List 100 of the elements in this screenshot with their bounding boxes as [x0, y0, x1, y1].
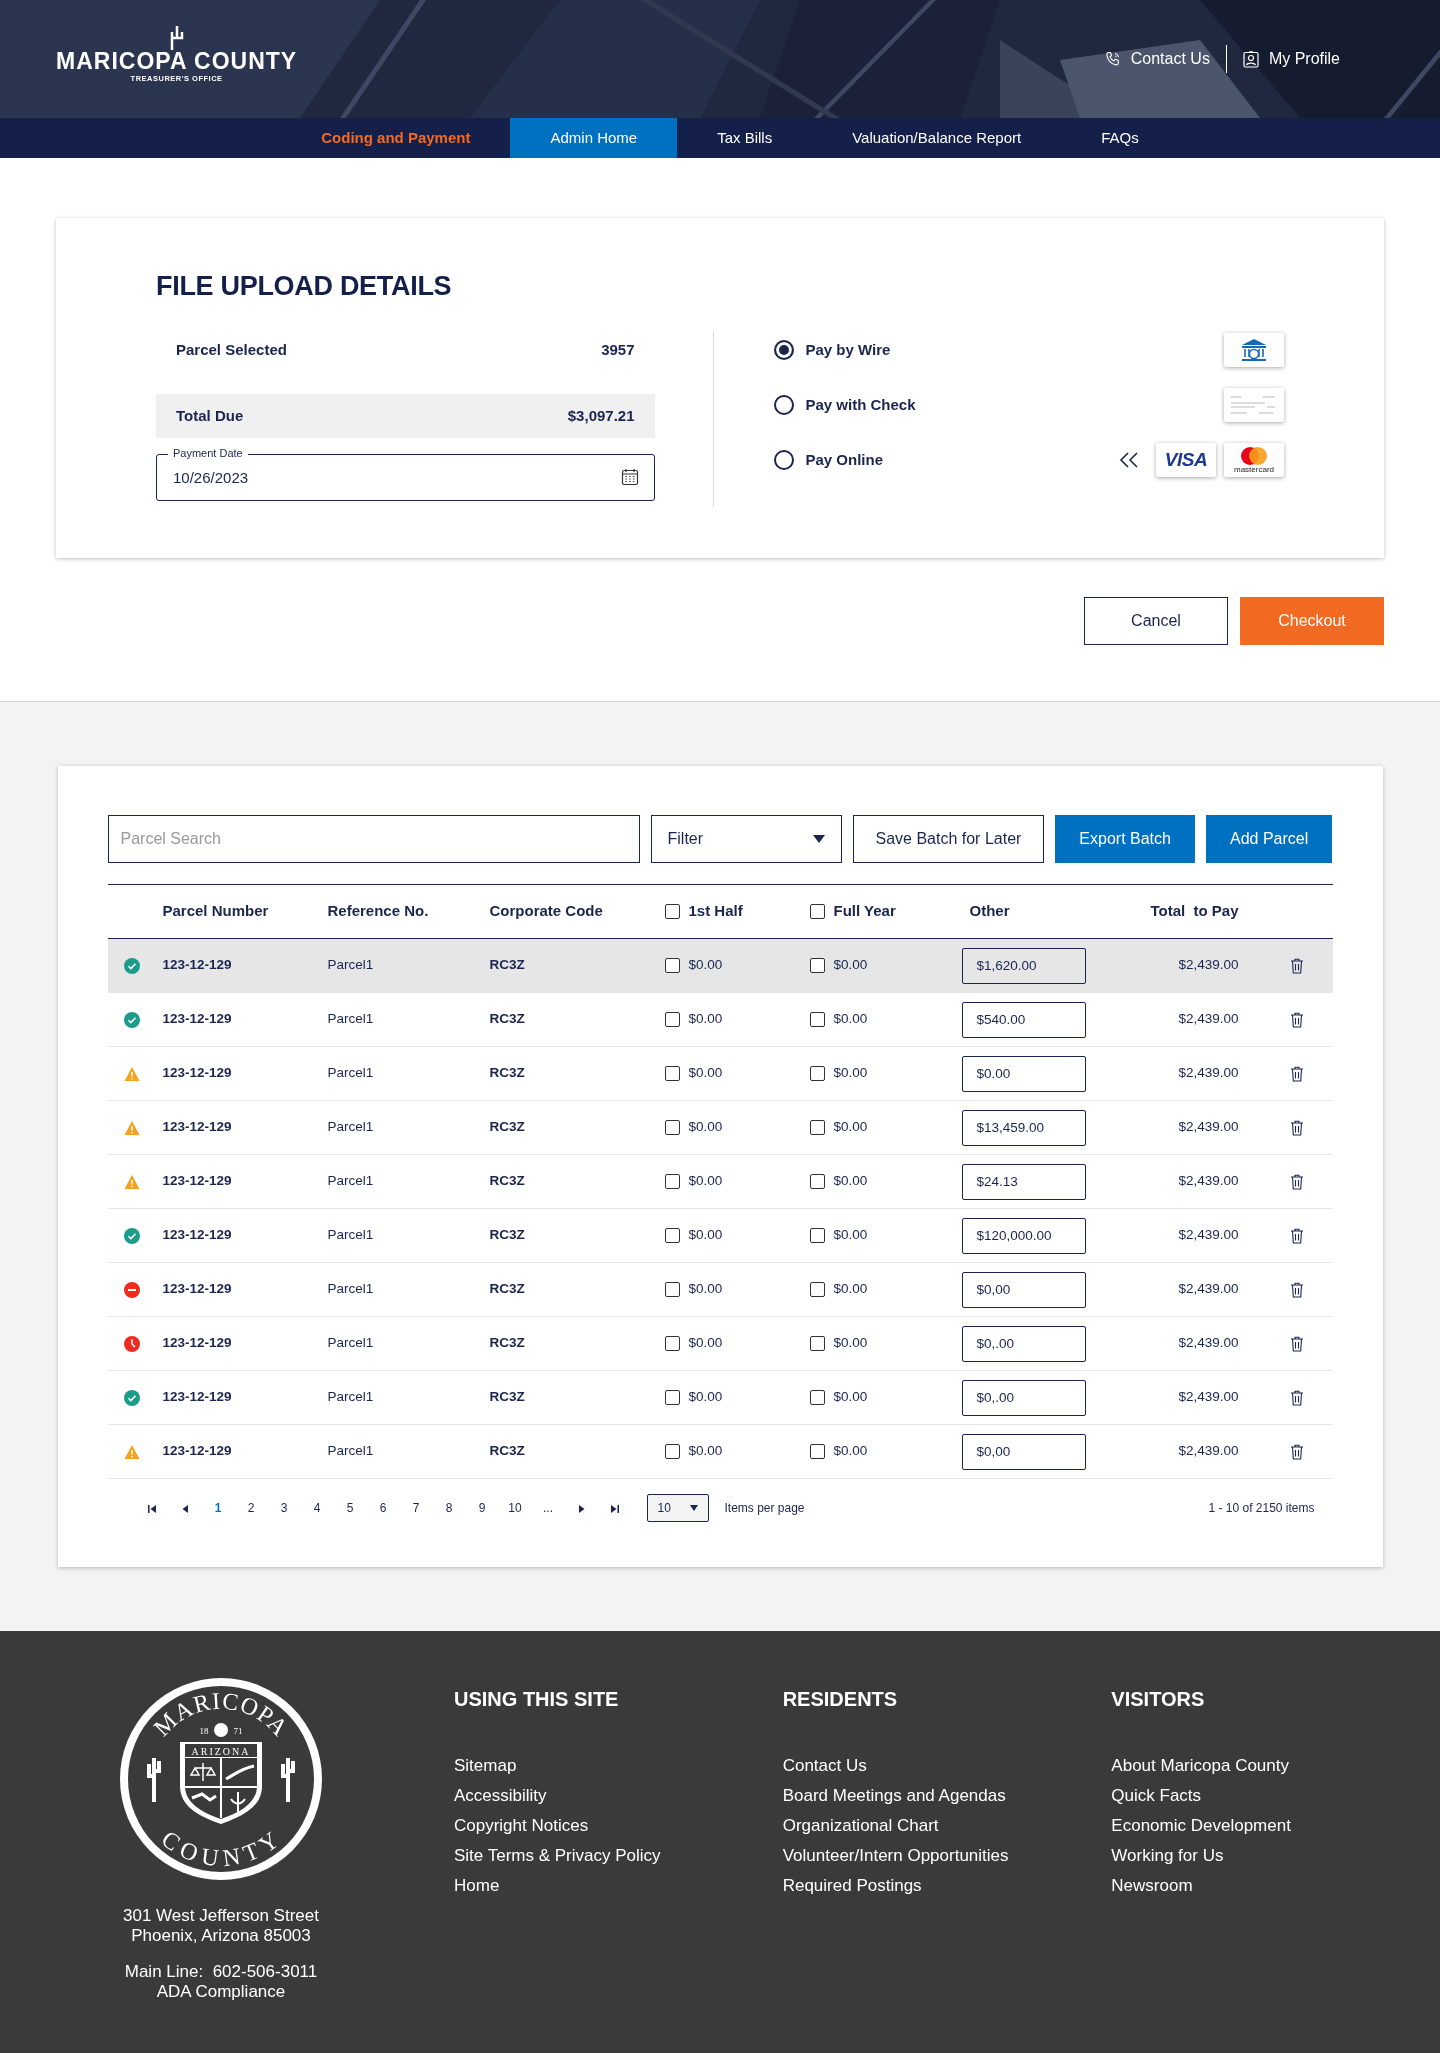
- page-link[interactable]: 10: [498, 1499, 532, 1517]
- page-link[interactable]: 5: [333, 1499, 367, 1517]
- amount-field[interactable]: $120,000.00: [961, 1217, 1086, 1254]
- checkbox[interactable]: [664, 1336, 680, 1351]
- checkbox[interactable]: [809, 1066, 825, 1081]
- page-link[interactable]: 7: [399, 1499, 433, 1517]
- payment-option[interactable]: Pay Online: [805, 449, 884, 472]
- action-button[interactable]: Add Parcel: [1205, 815, 1333, 863]
- trash-icon[interactable]: [1289, 1335, 1304, 1352]
- footer-link[interactable]: Sitemap: [454, 1751, 517, 1781]
- footer-link[interactable]: Required Postings: [782, 1871, 922, 1901]
- amount-field[interactable]: $0,.00: [961, 1325, 1086, 1362]
- double-chevron-icon[interactable]: [1118, 451, 1140, 470]
- trash-icon[interactable]: [1289, 1065, 1304, 1082]
- checkbox[interactable]: [809, 1012, 825, 1027]
- amount-field[interactable]: $0,00: [961, 1433, 1086, 1470]
- checkbox[interactable]: [809, 1282, 825, 1297]
- payment-option[interactable]: Pay with Check: [805, 394, 916, 417]
- table-row[interactable]: 123-12-129 Parcel1 RC3Z $0.00 $0.00 $0.00 $2,439.00: [107, 1047, 1333, 1101]
- table-row[interactable]: 123-12-129 Parcel1 RC3Z $0.00 $0.00 $13,459.00 $2,439.00: [107, 1101, 1333, 1155]
- checkbox[interactable]: [664, 1282, 680, 1297]
- checkbox[interactable]: [809, 904, 825, 919]
- nav-tab[interactable]: Valuation/Balance Report: [812, 118, 1062, 158]
- table-row[interactable]: 123-12-129 Parcel1 RC3Z $0.00 $0.00 $0,00 $2,439.00: [107, 1263, 1333, 1317]
- page-link[interactable]: 9: [465, 1499, 499, 1517]
- page-link[interactable]: 8: [432, 1499, 466, 1517]
- footer-link[interactable]: Board Meetings and Agendas: [782, 1781, 1006, 1811]
- checkbox[interactable]: [809, 1174, 825, 1189]
- checkbox[interactable]: [664, 904, 680, 919]
- page-link[interactable]: 1: [201, 1499, 235, 1517]
- table-row[interactable]: 123-12-129 Parcel1 RC3Z $0.00 $0.00 $1,620.00 $2,439.00: [107, 939, 1333, 993]
- nav-tab[interactable]: Coding and Payment: [281, 118, 511, 158]
- cancel-button[interactable]: Cancel: [1084, 597, 1228, 645]
- page-link[interactable]: 6: [366, 1499, 400, 1517]
- radio-button[interactable]: [773, 450, 794, 471]
- footer-link[interactable]: Copyright Notices: [454, 1811, 589, 1841]
- radio-button[interactable]: [773, 340, 794, 361]
- table-row[interactable]: 123-12-129 Parcel1 RC3Z $0.00 $0.00 $24.13 $2,439.00: [107, 1155, 1333, 1209]
- trash-icon[interactable]: [1289, 1281, 1304, 1298]
- previous-page-icon[interactable]: [180, 1504, 190, 1513]
- checkbox[interactable]: [664, 1120, 680, 1135]
- trash-icon[interactable]: [1289, 1011, 1304, 1028]
- footer-link[interactable]: Site Terms & Privacy Policy: [454, 1841, 661, 1871]
- footer-link[interactable]: Quick Facts: [1111, 1781, 1202, 1811]
- footer-link[interactable]: About Maricopa County: [1111, 1751, 1289, 1781]
- checkbox[interactable]: [664, 1228, 680, 1243]
- footer-link[interactable]: Accessibility: [454, 1781, 547, 1811]
- checkbox[interactable]: [809, 1228, 825, 1243]
- payment-option[interactable]: Pay by Wire: [805, 339, 891, 362]
- contact-link[interactable]: Contact Us: [1104, 47, 1210, 71]
- search-field[interactable]: Parcel Search: [107, 815, 640, 863]
- page-link[interactable]: 4: [300, 1499, 334, 1517]
- checkbox[interactable]: [809, 1336, 825, 1351]
- amount-field[interactable]: $540.00: [961, 1001, 1086, 1038]
- trash-icon[interactable]: [1289, 1227, 1304, 1244]
- table-row[interactable]: 123-12-129 Parcel1 RC3Z $0.00 $0.00 $0,.00 $2,439.00: [107, 1317, 1333, 1371]
- checkbox[interactable]: [664, 1066, 680, 1081]
- table-row[interactable]: 123-12-129 Parcel1 RC3Z $0.00 $0.00 $0,.00 $2,439.00: [107, 1371, 1333, 1425]
- page-link[interactable]: 3: [267, 1499, 301, 1517]
- footer-link[interactable]: Home: [454, 1871, 500, 1901]
- radio-button[interactable]: [773, 395, 794, 416]
- footer-link[interactable]: Contact Us: [782, 1751, 867, 1781]
- profile-link[interactable]: My Profile: [1242, 47, 1340, 71]
- page-link[interactable]: 2: [234, 1499, 268, 1517]
- nav-tab[interactable]: Admin Home: [510, 118, 678, 158]
- checkbox[interactable]: [809, 1444, 825, 1459]
- checkbox[interactable]: [664, 1444, 680, 1459]
- checkbox[interactable]: [809, 1390, 825, 1405]
- table-row[interactable]: 123-12-129 Parcel1 RC3Z $0.00 $0.00 $0,00 $2,439.00: [107, 1425, 1333, 1479]
- last-page-icon[interactable]: [609, 1504, 619, 1513]
- per-page-dropdown[interactable]: 10: [646, 1494, 709, 1522]
- table-row[interactable]: 123-12-129 Parcel1 RC3Z $0.00 $0.00 $540.00 $2,439.00: [107, 993, 1333, 1047]
- amount-field[interactable]: $0,00: [961, 1271, 1086, 1308]
- nav-tab[interactable]: FAQs: [1061, 118, 1179, 158]
- amount-field[interactable]: $1,620.00: [961, 947, 1086, 984]
- calendar-icon[interactable]: [620, 468, 639, 487]
- checkbox[interactable]: [664, 1390, 680, 1405]
- filter-dropdown[interactable]: Filter: [650, 815, 842, 863]
- trash-icon[interactable]: [1289, 1443, 1304, 1460]
- checkbox[interactable]: [809, 958, 825, 973]
- trash-icon[interactable]: [1289, 1173, 1304, 1190]
- footer-link[interactable]: Volunteer/Intern Opportunities: [782, 1841, 1009, 1871]
- amount-field[interactable]: $24.13: [961, 1163, 1086, 1200]
- nav-tab[interactable]: Tax Bills: [677, 118, 813, 158]
- action-button[interactable]: Export Batch: [1055, 815, 1195, 863]
- trash-icon[interactable]: [1289, 1389, 1304, 1406]
- trash-icon[interactable]: [1289, 957, 1304, 974]
- trash-icon[interactable]: [1289, 1119, 1304, 1136]
- checkbox[interactable]: [664, 1174, 680, 1189]
- amount-field[interactable]: $13,459.00: [961, 1109, 1086, 1146]
- checkbox[interactable]: [664, 1012, 680, 1027]
- footer-link[interactable]: Working for Us: [1111, 1841, 1224, 1871]
- checkbox[interactable]: [809, 1120, 825, 1135]
- amount-field[interactable]: $0.00: [961, 1055, 1086, 1092]
- table-row[interactable]: 123-12-129 Parcel1 RC3Z $0.00 $0.00 $120,000.00 $2,439.00: [107, 1209, 1333, 1263]
- save-button[interactable]: Save Batch for Later: [852, 815, 1045, 863]
- checkbox[interactable]: [664, 958, 680, 973]
- next-page-icon[interactable]: [576, 1504, 586, 1513]
- footer-link[interactable]: Newsroom: [1111, 1871, 1193, 1901]
- footer-link[interactable]: Organizational Chart: [782, 1811, 939, 1841]
